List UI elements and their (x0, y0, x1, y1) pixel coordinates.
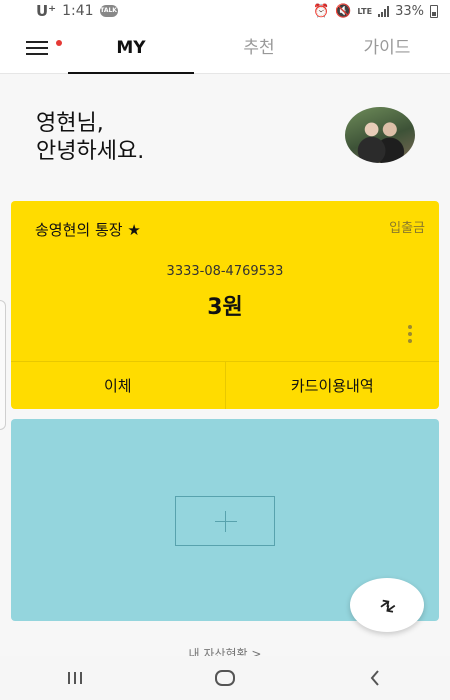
network-label: LTE (357, 6, 373, 16)
account-type-label[interactable]: 입출금 (389, 217, 425, 236)
plus-icon-vertical (225, 511, 226, 532)
alarm-icon: ⏰ (313, 3, 330, 19)
screen: U⁺ 1:41 TALK ⏰ 🔇 LTE 33% MY 추천 가이드 영현님, … (0, 0, 450, 700)
plus-icon (215, 521, 237, 522)
carrier-label: U⁺ (36, 2, 57, 20)
notification-dot (56, 40, 62, 46)
home-icon[interactable] (195, 658, 255, 698)
transfer-button[interactable]: 이체 (11, 362, 225, 409)
top-nav: MY 추천 가이드 (0, 22, 450, 74)
greeting-line-1: 영현님, (36, 111, 104, 136)
account-number: 3333-08-4769533 (166, 264, 284, 279)
swap-fab-button[interactable] (350, 578, 424, 632)
clock: 1:41 (62, 3, 94, 19)
account-balance: 3원 (207, 295, 243, 320)
card-history-button[interactable]: 카드이용내역 (224, 362, 440, 409)
account-name: 송영현의 통장 ★ (35, 221, 141, 239)
status-bar: U⁺ 1:41 TALK ⏰ 🔇 LTE 33% (0, 0, 450, 22)
add-account-button[interactable] (175, 496, 275, 546)
hamburger-menu-icon[interactable] (26, 41, 50, 57)
edge-panel-handle[interactable] (0, 300, 6, 430)
account-card[interactable]: 송영현의 통장 ★ 입출금 3333-08-4769533 3원 이체 카드이용… (11, 201, 439, 409)
battery-label: 33% (395, 3, 424, 19)
status-right: ⏰ 🔇 LTE 33% (313, 4, 438, 19)
tab-recommend[interactable]: 추천 (206, 22, 312, 74)
back-icon[interactable] (345, 658, 405, 698)
system-nav-bar (0, 656, 450, 700)
tab-guide[interactable]: 가이드 (332, 22, 442, 74)
recent-apps-icon[interactable] (45, 658, 105, 698)
mute-icon: 🔇 (335, 3, 352, 19)
battery-icon (430, 4, 438, 18)
assets-link[interactable]: 내 자산현황 > (0, 646, 450, 656)
status-left: U⁺ 1:41 TALK (36, 2, 118, 20)
card-actions: 이체 카드이용내역 (11, 361, 439, 409)
greeting-line-2: 안녕하세요. (36, 139, 145, 164)
more-vertical-icon[interactable] (407, 325, 413, 345)
greeting: 영현님, 안녕하세요. (36, 110, 144, 166)
tab-my[interactable]: MY (68, 22, 194, 74)
profile-avatar[interactable] (345, 107, 415, 163)
kakaotalk-notification-icon: TALK (99, 5, 118, 17)
signal-icon (378, 5, 390, 17)
swap-arrows-icon (380, 599, 396, 613)
